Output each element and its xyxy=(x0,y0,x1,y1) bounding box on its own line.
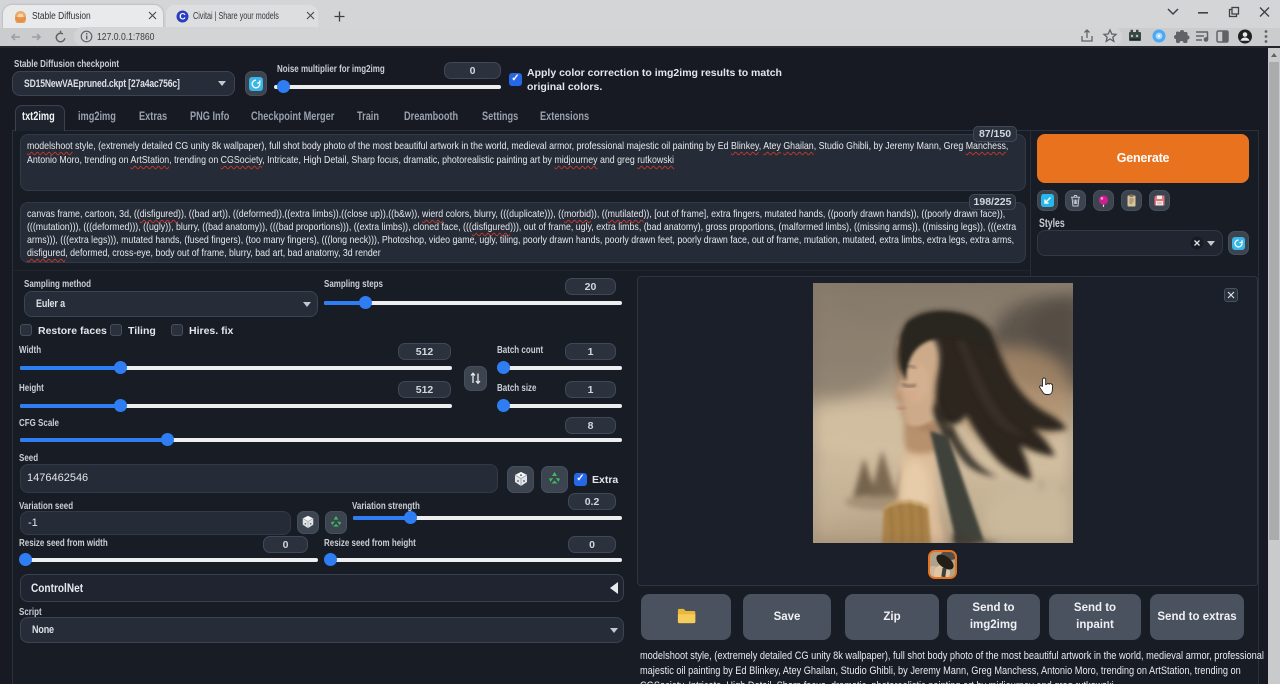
svg-text:C: C xyxy=(179,12,186,22)
